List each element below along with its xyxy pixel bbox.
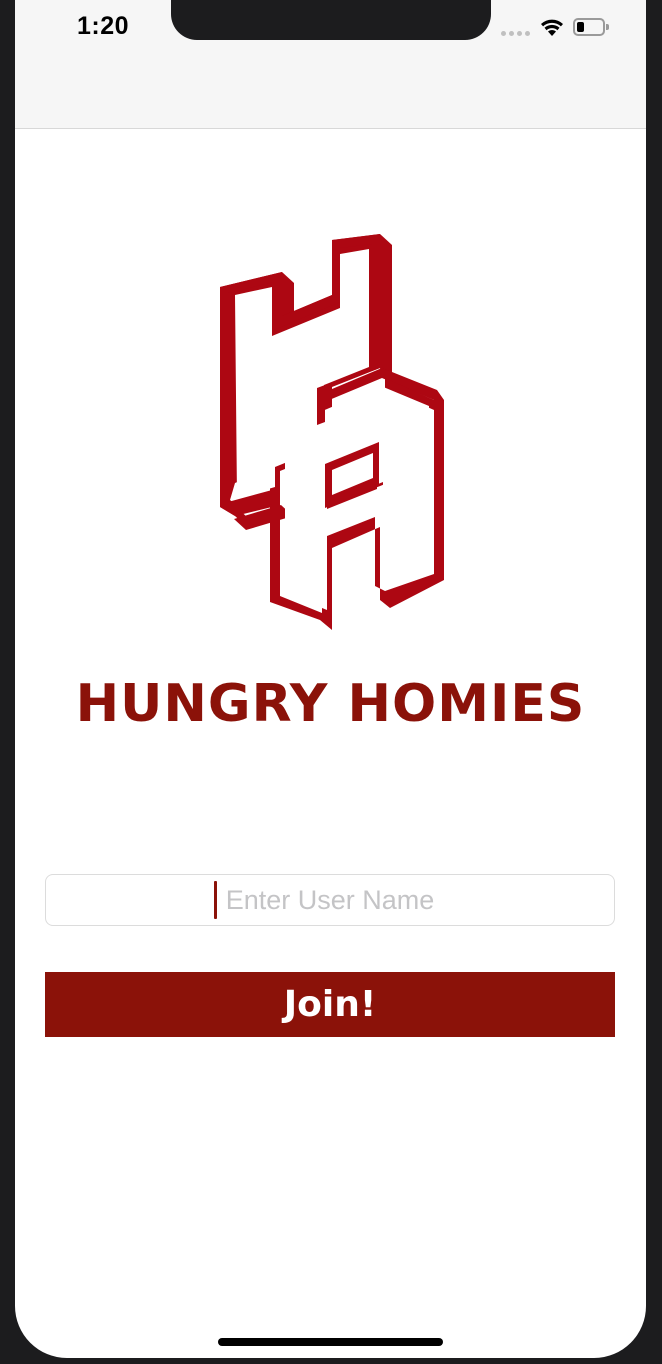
status-time: 1:20	[77, 12, 130, 40]
navigation-bar	[15, 56, 646, 129]
phone-device: 1:20 HUNGRY HOMIES Enter User Name Join!	[0, 0, 662, 1364]
brand-name: HUNGRY HOMIES	[75, 674, 586, 734]
hh-monogram-logo	[220, 234, 444, 630]
home-indicator[interactable]	[218, 1338, 443, 1346]
battery-level-fill	[577, 22, 584, 32]
device-notch	[171, 0, 491, 40]
app-screen: 1:20 HUNGRY HOMIES Enter User Name Join!	[15, 0, 646, 1358]
wifi-icon	[541, 19, 563, 36]
battery-cap	[606, 24, 609, 30]
cellular-signal-icon	[501, 31, 530, 36]
battery-icon	[573, 18, 605, 36]
status-bar: 1:20	[15, 0, 646, 56]
username-input[interactable]	[45, 874, 615, 926]
join-button[interactable]: Join!	[45, 972, 615, 1037]
text-caret	[214, 881, 217, 919]
